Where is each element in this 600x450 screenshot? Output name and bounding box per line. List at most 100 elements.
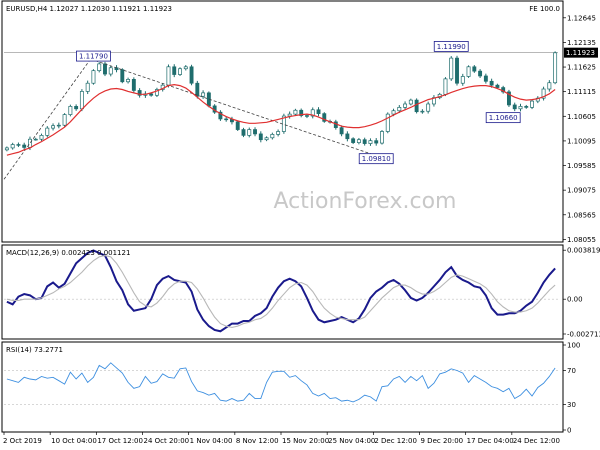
last-price-label: 1.11923 [566, 49, 595, 57]
candle [541, 86, 546, 101]
candle-body [443, 78, 448, 95]
candle-body [131, 79, 136, 91]
candle-body [351, 138, 356, 143]
candle [154, 87, 159, 98]
chart-canvas: ActionForex.com 1.11790 1.09810 1.11990 1.1… [1, 0, 600, 445]
price-pane-title: EURUSD,H4 1.12027 1.12030 1.11921 1.1192… [6, 5, 172, 13]
candle-body [28, 138, 32, 148]
candle-body [56, 124, 61, 127]
price-y-tick-label: 1.11625 [567, 64, 596, 72]
candle [414, 98, 419, 114]
rsi-y-tick-label: 70 [567, 367, 576, 375]
candle-body [391, 110, 396, 115]
x-tick-label: 10 Oct 04:00 [51, 437, 97, 445]
x-tick-label: 2 Oct 2019 [3, 437, 42, 445]
macd-y-tick-label: 0.00 [567, 296, 583, 304]
price-tag: 1.09810 [358, 153, 394, 165]
candle-body [51, 125, 56, 129]
candle-body [39, 135, 44, 140]
candle-body [408, 99, 413, 105]
candle-body [362, 139, 367, 144]
price-tag: 1.11990 [433, 41, 469, 52]
candle [68, 104, 73, 117]
candle [506, 89, 511, 107]
candle [62, 113, 67, 127]
rsi-pane-title: RSI(14) 73.2771 [6, 346, 63, 354]
candle [443, 77, 448, 97]
candle-body [478, 70, 483, 77]
candle-body [356, 139, 361, 143]
price-y-tick-label: 1.08055 [567, 236, 596, 244]
candle-body [126, 79, 131, 83]
candle-body [241, 129, 246, 136]
watermark: ActionForex.com [274, 189, 457, 214]
candle-body [120, 69, 125, 83]
candle-body [33, 138, 38, 141]
candle-body [201, 92, 206, 97]
candle [120, 68, 125, 84]
x-tick-label: 2 Dec 12:00 [374, 437, 417, 445]
candle-body [305, 115, 309, 117]
rsi-y-tick-label: 0 [567, 427, 571, 435]
candle-body [91, 70, 96, 84]
candle-body [247, 129, 252, 136]
candle [380, 130, 384, 145]
candle [241, 127, 246, 138]
x-tick-label: 25 Nov 04:00 [328, 437, 375, 445]
price-tag-label: 1.11990 [437, 43, 466, 51]
macd-pane-title: MACD(12,26,9) 0.002423 0.001121 [6, 249, 130, 257]
price-tag: 1.10660 [485, 112, 521, 124]
candle-body [483, 75, 488, 82]
x-tick-label: 15 Nov 20:00 [282, 437, 329, 445]
candle-body [235, 121, 240, 130]
macd-pane-frame [1, 244, 564, 340]
candle-body [316, 109, 321, 114]
candle-body [10, 144, 15, 149]
candle-body [374, 140, 379, 144]
candle-body [426, 103, 431, 112]
candle-body [489, 80, 494, 86]
price-tag: 1.11790 [76, 50, 111, 62]
candle-body [166, 66, 171, 86]
candle-body [195, 82, 200, 97]
candle [455, 55, 459, 86]
candle-body [253, 129, 257, 135]
price-y-tick-label: 1.09075 [567, 187, 596, 195]
price-y-tick-label: 1.10095 [567, 137, 596, 145]
x-tick-label: 17 Dec 04:00 [467, 437, 514, 445]
candle [385, 112, 390, 134]
candle [530, 99, 534, 110]
candle-body [414, 99, 419, 113]
candle-body [172, 66, 177, 75]
price-y-tick-label: 1.09585 [567, 162, 596, 170]
candle [235, 120, 240, 132]
candle-body [178, 68, 182, 75]
candle-body [293, 109, 298, 115]
candle-body [16, 144, 21, 146]
candle-body [472, 66, 477, 72]
price-tag-label: 1.10660 [489, 114, 518, 122]
candle-body [518, 106, 523, 110]
x-tick-label: 24 Oct 20:00 [144, 437, 190, 445]
candle-body [345, 133, 350, 140]
price-y-tick-label: 1.12645 [567, 14, 596, 22]
candle-body [460, 76, 465, 84]
candle-body [79, 91, 84, 110]
candle-body [403, 103, 408, 108]
candle-body [108, 67, 113, 75]
candle-body [385, 113, 390, 132]
price-tag-label: 1.11790 [79, 53, 108, 61]
candle-body [149, 93, 154, 96]
candle-body [45, 127, 50, 136]
price-y-tick-label: 1.08565 [567, 211, 596, 219]
candle [553, 51, 558, 85]
candle-body [68, 106, 73, 115]
x-tick-label: 24 Dec 12:00 [513, 437, 560, 445]
price-tag-label: 1.09810 [362, 155, 391, 163]
candle-body [258, 133, 263, 141]
candle-body [380, 131, 384, 144]
price-y-tick-label: 1.12135 [567, 39, 596, 47]
candle-body [339, 127, 344, 135]
x-tick-label: 9 Dec 20:00 [421, 437, 464, 445]
candle-body [449, 57, 454, 80]
